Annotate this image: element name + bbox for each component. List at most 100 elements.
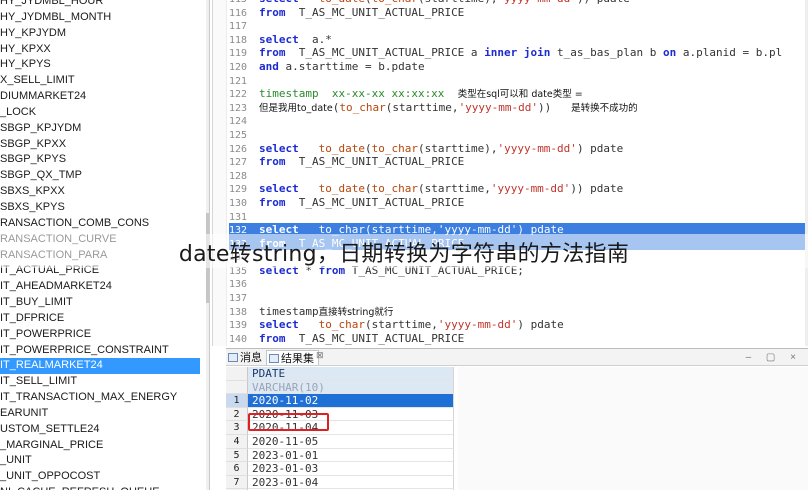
tree-item[interactable]: HY_KPJYDM bbox=[0, 26, 200, 42]
tree-item[interactable]: IT_DFPRICE bbox=[0, 311, 200, 327]
table-row[interactable]: 1 2020-11-02 bbox=[226, 394, 458, 408]
tab-messages-label: 消息 bbox=[240, 351, 262, 364]
table-row[interactable]: 7 2023-01-04 bbox=[226, 475, 458, 490]
line-number: 140 bbox=[229, 333, 248, 345]
overlay-title: date转string，日期转换为字符串的方法指南 bbox=[178, 242, 630, 267]
code-token: select bbox=[259, 32, 299, 46]
tree-item[interactable]: USTOM_SETTLE24 bbox=[0, 422, 200, 438]
code-line[interactable]: 120 and a.starttime = b.pdate bbox=[229, 60, 808, 74]
code-line[interactable]: 116 from T_AS_MC_UNIT_ACTUAL_PRICE bbox=[229, 6, 808, 20]
code-line[interactable]: 138 timestamp直接转string就行 bbox=[229, 305, 808, 319]
code-token: a.starttime = b.pdate bbox=[278, 59, 425, 73]
tree-item[interactable]: HY_KPXX bbox=[0, 42, 200, 58]
tree-item[interactable]: RANSACTION_COMB_CONS bbox=[0, 216, 200, 232]
code-line[interactable]: 140 from T_AS_MC_UNIT_ACTUAL_PRICE bbox=[229, 332, 808, 346]
tree-item[interactable]: _UNIT bbox=[0, 453, 200, 469]
code-token: from bbox=[259, 331, 286, 345]
code-token: to_date bbox=[319, 0, 365, 5]
table-cell-pdate[interactable]: 2020-11-02 bbox=[248, 394, 454, 408]
panel-window-controls[interactable]: – ▢ × bbox=[746, 352, 802, 363]
code-line[interactable]: 121 bbox=[229, 74, 808, 88]
tree-item[interactable]: SBXS_KPYS bbox=[0, 200, 200, 216]
line-number: 118 bbox=[229, 34, 248, 46]
code-line[interactable]: 128 bbox=[229, 169, 808, 183]
tree-item[interactable]: DIUMMARKET24 bbox=[0, 89, 200, 105]
tree-item[interactable]: SBGP_QX_TMP bbox=[0, 168, 200, 184]
code-line[interactable]: 124 bbox=[229, 114, 808, 128]
tree-item[interactable]: _MARGINAL_PRICE bbox=[0, 438, 200, 454]
code-token: (starttime, bbox=[364, 318, 438, 332]
line-number: 129 bbox=[229, 184, 248, 196]
tree-item[interactable]: SBXS_KPXX bbox=[0, 184, 200, 200]
tree-item[interactable]: IT_BUY_LIMIT bbox=[0, 295, 200, 311]
code-line[interactable]: 118 select a.* bbox=[229, 33, 808, 47]
table-cell-pdate[interactable]: 2023-01-04 bbox=[248, 475, 454, 490]
result-panel: 消息 结果集 ⊠ – ▢ × PDATE VARCHAR(10) 1 2020-1… bbox=[226, 348, 808, 490]
code-line[interactable]: 129 select to_date(to_char(starttime,'yyy… bbox=[229, 182, 808, 196]
code-line[interactable]: 137 bbox=[229, 291, 808, 305]
line-number: 120 bbox=[229, 61, 248, 73]
code-token: select bbox=[259, 0, 299, 5]
code-line[interactable]: 125 bbox=[229, 128, 808, 142]
code-token: )) pdate bbox=[570, 182, 624, 196]
table-cell-pdate[interactable]: 2023-01-03 bbox=[248, 462, 454, 476]
table-row[interactable]: 4 2020-11-05 bbox=[226, 434, 458, 449]
tree-item[interactable]: EARUNIT bbox=[0, 406, 200, 422]
tree-item[interactable]: SBGP_KPJYDM bbox=[0, 121, 200, 137]
code-token: select bbox=[259, 141, 299, 155]
code-token: 'yyyy-mm-dd' bbox=[437, 318, 518, 332]
tree-item[interactable]: IT_REALMARKET24 bbox=[0, 358, 200, 375]
code-line[interactable]: 123 但是我用to_date(to_char(starttime,'yyyy-m… bbox=[229, 101, 808, 115]
tree-item[interactable]: HY_KPYS bbox=[0, 57, 200, 73]
table-cell-pdate[interactable]: 2020-11-05 bbox=[248, 434, 454, 449]
tree-item[interactable]: X_SELL_LIMIT bbox=[0, 73, 200, 89]
tree-item[interactable]: IT_AHEADMARKET24 bbox=[0, 279, 200, 295]
code-line[interactable]: 117 bbox=[229, 19, 808, 33]
code-token: to_char bbox=[339, 100, 386, 114]
code-line[interactable]: 130 from T_AS_MC_UNIT_ACTUAL_PRICE bbox=[229, 196, 808, 210]
code-token: ( bbox=[365, 0, 372, 5]
table-row[interactable]: 6 2023-01-03 bbox=[226, 462, 458, 476]
code-line[interactable]: 131 bbox=[229, 210, 808, 224]
tab-resultset[interactable]: 结果集 bbox=[266, 350, 319, 365]
code-line[interactable]: 139 select to_char(starttime,'yyyy-mm-dd'… bbox=[229, 318, 808, 332]
tree-item[interactable]: SBGP_KPYS bbox=[0, 152, 200, 168]
line-number: 116 bbox=[229, 7, 248, 19]
tree-item[interactable]: NI_CACHE_REFRESH_QUEUE bbox=[0, 485, 200, 490]
result-grid: PDATE VARCHAR(10) 1 2020-11-02 2 2020-11-03… bbox=[226, 367, 458, 490]
sql-editor[interactable]: 115select to_date(to_char(starttime),'yy… bbox=[212, 0, 808, 346]
tree-item[interactable]: HY_JYDMBL_HOUR bbox=[0, 0, 200, 10]
code-token: inner join bbox=[484, 46, 551, 60]
table-row[interactable]: 5 2023-01-01 bbox=[226, 448, 458, 463]
result-tabs: 消息 结果集 ⊠ – ▢ × bbox=[226, 349, 808, 366]
tree-item[interactable]: IT_SELL_LIMIT bbox=[0, 374, 200, 390]
code-token: to_char bbox=[372, 0, 418, 5]
tree-item[interactable]: IT_POWERPRICE bbox=[0, 327, 200, 343]
line-number: 136 bbox=[229, 279, 248, 291]
line-number: 121 bbox=[229, 75, 248, 87]
tab-messages[interactable]: 消息 bbox=[226, 350, 266, 365]
line-number: 137 bbox=[229, 293, 248, 305]
row-number: 6 bbox=[226, 462, 248, 476]
tree-item[interactable]: _UNIT_OPPOCOST bbox=[0, 469, 200, 485]
code-line[interactable]: 127 from T_AS_MC_UNIT_ACTUAL_PRICE bbox=[229, 155, 808, 169]
code-token: 'yyyy-mm-dd' bbox=[497, 141, 577, 155]
tree-item[interactable]: _LOCK bbox=[0, 105, 200, 121]
code-token: 直接转string就行 bbox=[318, 306, 394, 318]
code-line[interactable]: 136 bbox=[229, 277, 808, 291]
tree-item[interactable]: SBGP_KPXX bbox=[0, 137, 200, 153]
tree-item[interactable]: IT_TRANSACTION_MAX_ENERGY bbox=[0, 390, 200, 406]
tree-item[interactable]: IT_POWERPRICE_CONSTRAINT bbox=[0, 343, 200, 359]
tree-item[interactable]: HY_JYDMBL_MONTH bbox=[0, 10, 200, 26]
code-token: 是转换不成功的 bbox=[571, 102, 638, 114]
code-area[interactable]: 115select to_date(to_char(starttime),'yy… bbox=[229, 0, 808, 345]
code-line[interactable]: 122 timestamp xx-xx-xx xx:xx:xx 类型在sql可以和… bbox=[229, 87, 808, 101]
column-header-pdate[interactable]: PDATE bbox=[248, 367, 454, 381]
close-tab-icon[interactable]: ⊠ bbox=[316, 350, 324, 361]
code-line[interactable]: 126 select to_date(to_char(starttime),'yy… bbox=[229, 142, 808, 156]
table-cell-pdate[interactable]: 2023-01-01 bbox=[248, 448, 454, 463]
code-line[interactable]: 119 from T_AS_MC_UNIT_ACTUAL_PRICE a inne… bbox=[229, 46, 808, 60]
